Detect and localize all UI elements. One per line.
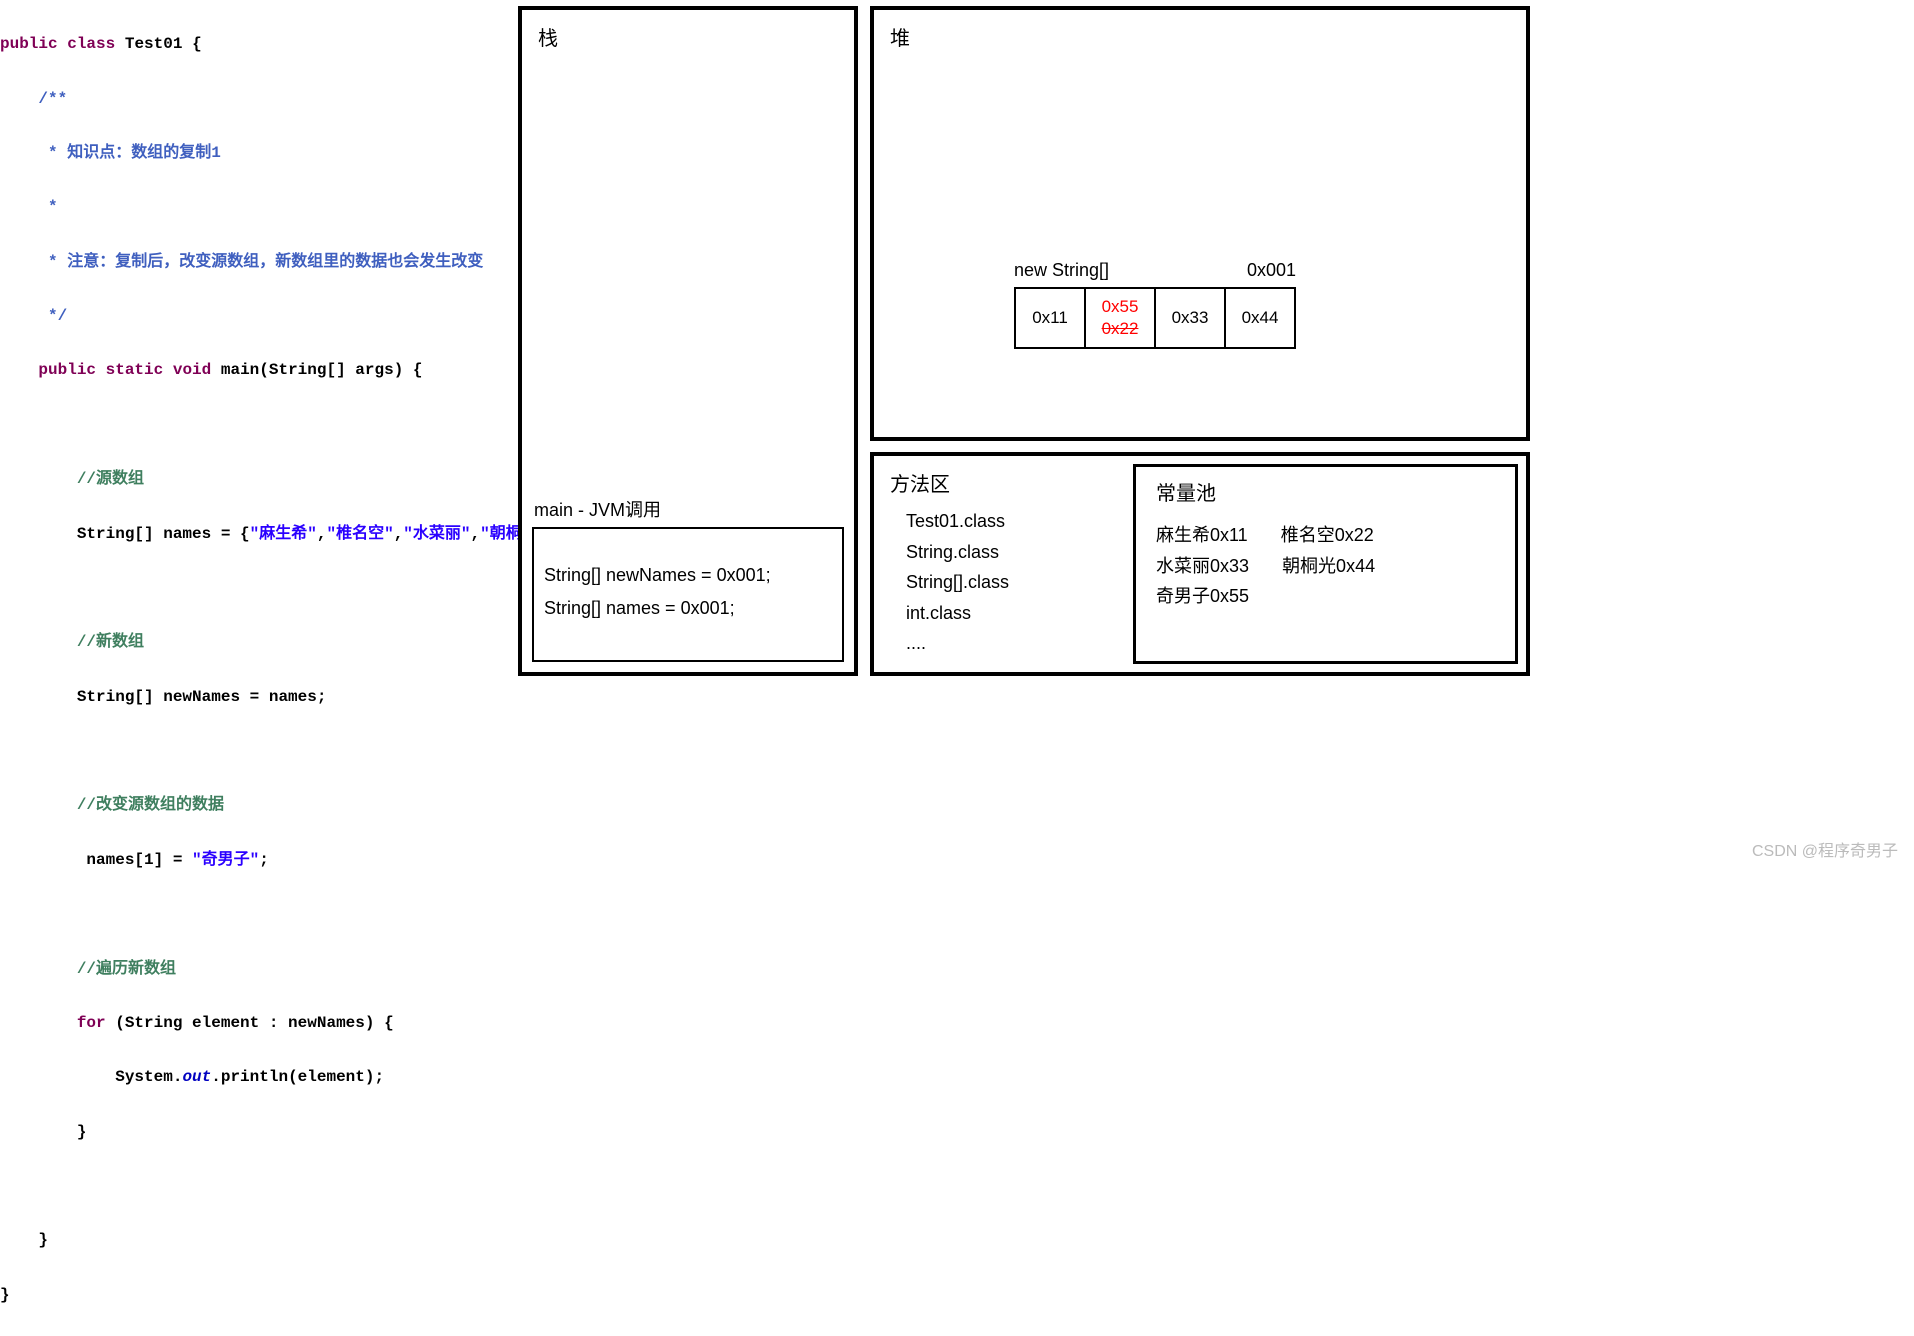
array-cell-1-new: 0x55: [1086, 296, 1154, 318]
const-item: 朝桐光0x44: [1282, 556, 1375, 576]
method-item: int.class: [906, 598, 1009, 629]
method-area-list: Test01.class String.class String[].class…: [906, 506, 1009, 659]
cmt-iter: //遍历新数组: [77, 960, 176, 978]
kw-for: for: [77, 1014, 106, 1032]
println-call: .println(element);: [211, 1068, 384, 1086]
array-table: 0x11 0x55 0x22 0x33 0x44: [1014, 287, 1296, 349]
constant-pool-items: 麻生希0x11 椎名空0x22 水菜丽0x33 朝桐光0x44 奇男子0x55: [1156, 520, 1495, 612]
stack-panel: 栈 main - JVM调用 String[] newNames = 0x001…: [518, 6, 858, 676]
decl-new: String[] newNames = names;: [77, 688, 327, 706]
cmt-src: //源数组: [77, 470, 144, 488]
kw-void: void: [173, 361, 211, 379]
const-item: 奇男子0x55: [1156, 586, 1249, 606]
str2: "椎名空": [326, 525, 393, 543]
array-label-right: 0x001: [1247, 260, 1296, 281]
brace-close-main: }: [38, 1231, 48, 1249]
heap-panel: 堆 new String[] 0x001 0x11 0x55 0x22 0x33…: [870, 6, 1530, 441]
println-sys: System.: [115, 1068, 182, 1086]
array-cell-3: 0x44: [1225, 288, 1295, 348]
stmt-mod-end: ;: [259, 851, 269, 869]
main-frame-label: main - JVM调用: [534, 496, 661, 522]
kw-public-main: public: [38, 361, 96, 379]
cmt-mod: //改变源数组的数据: [77, 796, 224, 814]
const-item: 椎名空0x22: [1281, 525, 1374, 545]
method-area-panel: 方法区 Test01.class String.class String[].c…: [870, 452, 1530, 676]
const-item: 麻生希0x11: [1156, 525, 1248, 545]
method-item: Test01.class: [906, 506, 1009, 537]
stack-line-names: String[] names = 0x001;: [534, 592, 842, 625]
heap-array: new String[] 0x001 0x11 0x55 0x22 0x33 0…: [1014, 260, 1296, 349]
method-item: String.class: [906, 537, 1009, 568]
array-label-left: new String[]: [1014, 260, 1109, 281]
javadoc-l3: * 注意：复制后，改变源数组，新数组里的数据也会发生改变: [38, 253, 483, 271]
stack-line-newnames: String[] newNames = 0x001;: [534, 559, 842, 592]
for-rest: (String element : newNames) {: [106, 1014, 394, 1032]
kw-public: public: [0, 35, 58, 53]
str3: "水菜丽": [403, 525, 470, 543]
stmt-mod-str: "奇男子": [192, 851, 259, 869]
stack-title: 栈: [522, 10, 854, 51]
const-item: 水菜丽0x33: [1156, 556, 1249, 576]
array-cell-1-old: 0x22: [1086, 318, 1154, 340]
brace-close-for: }: [77, 1123, 87, 1141]
javadoc-l1: * 知识点：数组的复制1: [38, 144, 220, 162]
class-name: Test01: [125, 35, 183, 53]
watermark: CSDN @程序奇男子: [1752, 837, 1898, 861]
javadoc-open: /**: [38, 90, 67, 108]
str1: "麻生希": [250, 525, 317, 543]
constant-pool-box: 常量池 麻生希0x11 椎名空0x22 水菜丽0x33 朝桐光0x44 奇男子0…: [1133, 464, 1518, 664]
method-item: String[].class: [906, 567, 1009, 598]
array-cell-2: 0x33: [1155, 288, 1225, 348]
main-name: main: [221, 361, 259, 379]
javadoc-l2: *: [38, 198, 57, 216]
constant-pool-title: 常量池: [1156, 477, 1495, 506]
kw-static: static: [106, 361, 164, 379]
method-item: ....: [906, 628, 1009, 659]
array-cell-1: 0x55 0x22: [1085, 288, 1155, 348]
decl-src-lhs: String[] names = {: [77, 525, 250, 543]
array-cell-0: 0x11: [1015, 288, 1085, 348]
heap-title: 堆: [874, 10, 1526, 51]
code-block: public class Test01 { /** * 知识点：数组的复制1 *…: [0, 4, 600, 1336]
kw-class: class: [67, 35, 115, 53]
main-params: (String[] args) {: [259, 361, 422, 379]
stmt-mod-lhs: names[1] =: [77, 851, 192, 869]
println-out: out: [182, 1068, 211, 1086]
javadoc-close: */: [38, 307, 67, 325]
brace-close-class: }: [0, 1286, 10, 1304]
cmt-new: //新数组: [77, 633, 144, 651]
main-frame: String[] newNames = 0x001; String[] name…: [532, 527, 844, 662]
